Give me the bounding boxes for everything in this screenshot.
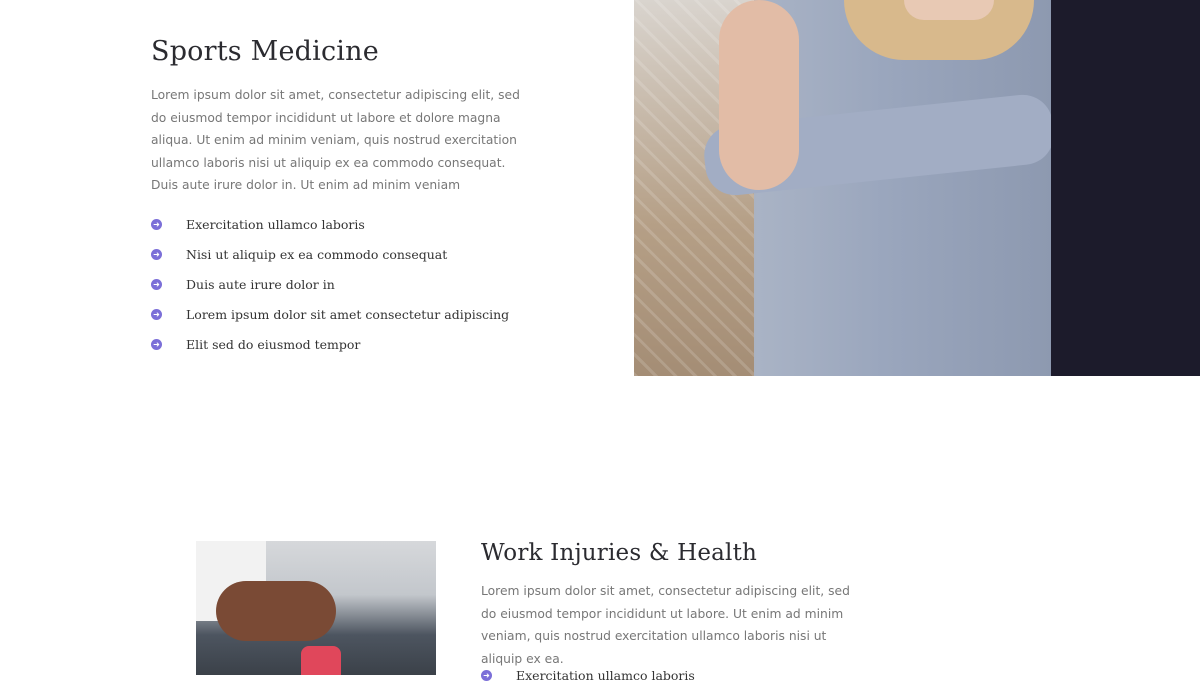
section-body: Lorem ipsum dolor sit amet, consectetur …	[151, 88, 520, 192]
list-item: ➜ Lorem ipsum dolor sit amet consectetur …	[151, 307, 509, 337]
arrow-circle-right-icon: ➜	[481, 670, 492, 681]
dark-accent-panel	[1051, 0, 1200, 376]
arrow-circle-right-icon: ➜	[151, 309, 162, 320]
list-item: ➜ Exercitation ullamco laboris	[151, 217, 509, 247]
section-title: Work Injuries & Health	[481, 540, 758, 566]
arrow-circle-right-icon: ➜	[151, 219, 162, 230]
feature-list: ➜ Exercitation ullamco laboris	[481, 668, 695, 698]
list-item: ➜ Elit sed do eiusmod tempor	[151, 337, 509, 367]
list-item: ➜ Nisi ut aliquip ex ea commodo consequat	[151, 247, 509, 277]
sports-medicine-photo	[634, 0, 1051, 376]
section-body: Lorem ipsum dolor sit amet, consectetur …	[481, 584, 850, 666]
arrow-circle-right-icon: ➜	[151, 249, 162, 260]
section-title: Sports Medicine	[151, 36, 379, 67]
list-item: ➜ Duis aute irure dolor in	[151, 277, 509, 307]
work-injuries-photo	[196, 541, 436, 675]
list-item: ➜ Exercitation ullamco laboris	[481, 668, 695, 698]
arrow-circle-right-icon: ➜	[151, 279, 162, 290]
arrow-circle-right-icon: ➜	[151, 339, 162, 350]
feature-list: ➜ Exercitation ullamco laboris ➜ Nisi ut a…	[151, 217, 509, 367]
